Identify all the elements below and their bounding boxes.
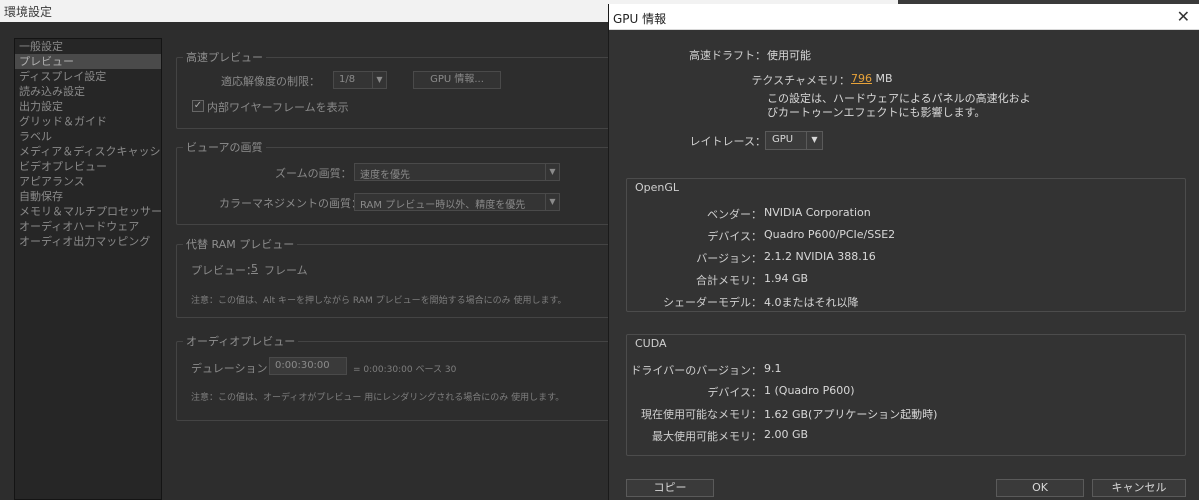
cuda-available-memory-label: 現在使用可能なメモリ：: [641, 408, 762, 421]
opengl-memory-label: 合計メモリ：: [696, 274, 762, 287]
audio-preview-note: 注意：この値は、オーディオがプレビュー 用にレンダリングされる場合にのみ 使用し…: [191, 393, 565, 403]
cuda-group: CUDA ドライバーのバージョン： 9.1 デバイス： 1 (Quadro P6…: [626, 334, 1186, 456]
zoom-quality-label: ズームの画質：: [275, 167, 352, 180]
cuda-driver-label: ドライバーのバージョン：: [630, 364, 762, 377]
nav-item-display[interactable]: ディスプレイ設定: [15, 69, 161, 84]
viewer-quality-group: ビューアの画質 ズームの画質： 速度を優先 ▼ カラーマネジメントの画質： RA…: [176, 139, 616, 225]
wireframe-checkbox-label: 内部ワイヤーフレームを表示: [207, 101, 349, 114]
nav-item-media-cache[interactable]: メディア＆ディスクキャッシュ: [15, 144, 161, 159]
zoom-quality-select[interactable]: 速度を優先 ▼: [354, 163, 560, 181]
preferences-nav-list: 一般設定 プレビュー ディスプレイ設定 読み込み設定 出力設定 グリッド＆ガイド…: [14, 38, 162, 500]
cuda-max-memory-label: 最大使用可能メモリ：: [652, 430, 762, 443]
opengl-vendor-label: ベンダー：: [707, 208, 762, 221]
resolution-limit-label: 適応解像度の制限：: [221, 75, 320, 88]
preferences-title: 環境設定: [4, 5, 53, 19]
viewer-quality-title: ビューアの画質: [183, 139, 266, 155]
opengl-device-value: Quadro P600/PCIe/SSE2: [764, 228, 896, 241]
cancel-button[interactable]: キャンセル: [1092, 479, 1186, 497]
nav-item-grids-guides[interactable]: グリッド＆ガイド: [15, 114, 161, 129]
ram-preview-frames-unit: フレーム: [264, 264, 308, 277]
duration-info: = 0:00:30:00 ベース 30: [353, 365, 457, 375]
alt-ram-preview-group: 代替 RAM プレビュー プレビュー： 5 フレーム 注意：この値は、Alt キ…: [176, 236, 616, 318]
nav-item-import[interactable]: 読み込み設定: [15, 84, 161, 99]
audio-preview-title: オーディオプレビュー: [183, 333, 299, 349]
texture-memory-label: テクスチャメモリ：: [751, 74, 850, 87]
texture-memory-unit: MB: [875, 72, 893, 85]
duration-input[interactable]: 0:00:30:00: [269, 357, 347, 375]
cuda-driver-value: 9.1: [764, 362, 782, 375]
gpu-info-button[interactable]: GPU 情報...: [413, 71, 501, 89]
cuda-max-memory-value: 2.00 GB: [764, 428, 809, 441]
cuda-device-value: 1 (Quadro P600): [764, 384, 855, 397]
gpu-info-dialog: GPU 情報 ✕ 高速ドラフト： 使用可能 テクスチャメモリ： 796 MB こ…: [608, 4, 1199, 500]
nav-item-appearance[interactable]: アピアランス: [15, 174, 161, 189]
nav-item-labels[interactable]: ラベル: [15, 129, 161, 144]
chevron-down-icon: ▼: [545, 164, 559, 180]
ram-preview-frames[interactable]: 5: [251, 262, 258, 275]
fast-preview-group: 高速プレビュー 適応解像度の制限： 1/8 ▼ GPU 情報... ✓ 内部ワイ…: [176, 49, 616, 129]
opengl-shader-value: 4.0またはそれ以降: [764, 296, 859, 309]
duration-label: デュレーション：: [191, 362, 279, 375]
nav-item-preview[interactable]: プレビュー: [15, 54, 161, 69]
resolution-limit-value: 1/8: [339, 74, 356, 85]
fast-draft-value: 使用可能: [767, 49, 811, 62]
wireframe-checkbox[interactable]: ✓: [192, 100, 204, 112]
nav-item-audio-hardware[interactable]: オーディオハードウェア: [15, 219, 161, 234]
color-mgmt-value: RAM プレビュー時以外、精度を優先: [360, 200, 526, 211]
nav-item-audio-output[interactable]: オーディオ出力マッピング: [15, 234, 161, 249]
cuda-device-label: デバイス：: [707, 386, 762, 399]
nav-item-output[interactable]: 出力設定: [15, 99, 161, 114]
raytrace-select[interactable]: GPU ▼: [765, 131, 823, 150]
opengl-group: OpenGL ベンダー： NVIDIA Corporation デバイス： Qu…: [626, 178, 1186, 312]
cuda-title: CUDA: [635, 337, 667, 350]
chevron-down-icon: ▼: [545, 194, 559, 210]
gpu-dialog-titlebar: GPU 情報 ✕: [609, 4, 1199, 30]
gpu-dialog-title: GPU 情報: [613, 12, 667, 26]
zoom-quality-value: 速度を優先: [360, 170, 410, 181]
opengl-memory-value: 1.94 GB: [764, 272, 809, 285]
opengl-version-label: バージョン：: [696, 252, 762, 265]
opengl-title: OpenGL: [635, 181, 680, 194]
raytrace-value: GPU: [772, 134, 794, 145]
nav-item-memory[interactable]: メモリ＆マルチプロセッサー: [15, 204, 161, 219]
opengl-shader-label: シェーダーモデル：: [663, 296, 762, 309]
opengl-vendor-value: NVIDIA Corporation: [764, 206, 871, 219]
cuda-available-memory-value: 1.62 GB(アプリケーション起動時): [764, 408, 938, 421]
opengl-version-value: 2.1.2 NVIDIA 388.16: [764, 250, 876, 263]
texture-info-line2: びカートゥーンエフェクトにも影響します。: [767, 106, 986, 119]
opengl-device-label: デバイス：: [707, 230, 762, 243]
close-icon[interactable]: ✕: [1177, 7, 1190, 26]
fast-preview-title: 高速プレビュー: [183, 49, 266, 65]
alt-ram-preview-title: 代替 RAM プレビュー: [183, 236, 298, 252]
color-mgmt-label: カラーマネジメントの画質：: [219, 197, 362, 210]
ok-button[interactable]: OK: [996, 479, 1084, 497]
resolution-limit-select[interactable]: 1/8 ▼: [333, 71, 387, 89]
nav-item-auto-save[interactable]: 自動保存: [15, 189, 161, 204]
color-mgmt-select[interactable]: RAM プレビュー時以外、精度を優先 ▼: [354, 193, 560, 211]
texture-memory-value[interactable]: 796: [851, 72, 872, 85]
audio-preview-group: オーディオプレビュー デュレーション： 0:00:30:00 = 0:00:30…: [176, 333, 616, 421]
chevron-down-icon: ▼: [372, 72, 386, 88]
nav-item-general[interactable]: 一般設定: [15, 39, 161, 54]
nav-item-video-preview[interactable]: ビデオプレビュー: [15, 159, 161, 174]
chevron-down-icon: ▼: [806, 132, 822, 149]
fast-draft-label: 高速ドラフト：: [689, 49, 766, 62]
ram-preview-label: プレビュー：: [191, 264, 257, 277]
copy-button[interactable]: コピー: [626, 479, 714, 497]
texture-memory-field: 796 MB: [851, 72, 893, 85]
ram-preview-note: 注意：この値は、Alt キーを押しながら RAM プレビューを開始する場合にのみ…: [191, 296, 567, 306]
raytrace-label: レイトレース：: [689, 135, 766, 148]
